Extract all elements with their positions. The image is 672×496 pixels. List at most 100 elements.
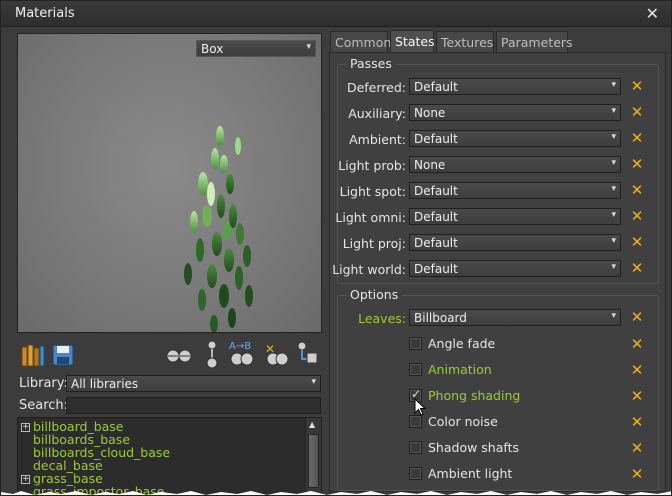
pass-value: Default [414,184,458,198]
option-ambient-light: Ambient light ✕ [338,463,658,485]
left-pane: Box ▾ A→B ✕ Library: All libraries ▾ Sea… [9,29,327,495]
shadow-shafts-checkbox[interactable] [409,441,422,454]
sphere-hierarchy-icon[interactable] [203,339,221,369]
save-icon[interactable] [51,343,75,367]
chevron-down-icon: ▾ [311,377,316,387]
pass-select[interactable]: None ▾ [409,104,621,121]
pass-row-light-proj: Light proj: Default ▾ ✕ [338,233,658,253]
pass-value: Default [414,236,458,250]
svg-text:A→B: A→B [229,341,251,352]
reset-icon[interactable]: ✕ [629,309,645,325]
window-title: Materials [15,6,75,21]
pass-value: Default [414,132,458,146]
pass-label: Light proj: [342,236,406,251]
mouse-cursor-icon [414,398,427,416]
reset-icon[interactable]: ✕ [629,336,645,352]
tab-parameters[interactable]: Parameters [496,31,573,53]
expand-icon[interactable]: + [21,475,30,484]
leaves-select[interactable]: Billboard ▾ [409,309,621,326]
reset-icon[interactable]: ✕ [629,104,645,120]
reset-icon[interactable]: ✕ [629,208,645,224]
reset-icon[interactable]: ✕ [629,234,645,250]
option-animation: Animation ✕ [338,359,658,381]
pass-select[interactable]: Default ▾ [409,234,621,251]
chevron-down-icon: ▾ [611,106,616,116]
pass-select[interactable]: Default ▾ [409,78,621,95]
pass-select[interactable]: Default ▾ [409,182,621,199]
pass-value: None [414,158,446,172]
color-noise-checkbox[interactable] [409,415,422,428]
title-bar[interactable]: Materials ✕ [1,1,671,27]
pass-select[interactable]: None ▾ [409,156,621,173]
pass-row-light-world: Light world: Default ▾ ✕ [332,259,658,279]
pass-value: Default [414,210,458,224]
angle-fade-checkbox[interactable] [409,337,422,350]
pass-select[interactable]: Default ▾ [409,208,621,225]
mesh-select[interactable]: Box ▾ [196,40,316,57]
chevron-down-icon: ▾ [611,80,616,90]
chevron-down-icon: ▾ [306,42,311,52]
animation-checkbox[interactable] [409,363,422,376]
list-scrollbar[interactable]: ▲ [305,418,321,495]
option-color-noise: Color noise ✕ [338,411,658,433]
plant-preview-image [184,126,253,332]
pass-row-light-omni: Light omni: Default ▾ ✕ [335,207,658,227]
scroll-thumb[interactable] [308,434,319,488]
reset-icon[interactable]: ✕ [629,156,645,172]
leaves-row: Leaves: Billboard ▾ ✕ [338,308,658,328]
tab-states[interactable]: States [390,30,435,53]
reset-icon[interactable]: ✕ [629,414,645,430]
pass-label: Deferred: [346,80,406,95]
expand-icon[interactable]: + [21,423,30,432]
pass-select[interactable]: Default ▾ [409,130,621,147]
search-input[interactable] [66,397,321,414]
passes-group: Passes Deferred: Default ▾ ✕ Auxiliary: N… [332,56,659,284]
material-list[interactable]: + billboard_base billboards_base billboa… [17,417,322,495]
passes-title: Passes [346,56,396,71]
option-label: Color noise [428,414,498,429]
leaves-label: Leaves: [358,311,406,326]
delete-spheres-icon[interactable]: ✕ [263,341,291,369]
ambient-light-checkbox[interactable] [409,467,422,480]
pass-row-light-spot: Light spot: Default ▾ ✕ [338,181,658,201]
clone-icon[interactable] [293,339,321,367]
library-select[interactable]: All libraries ▾ [66,375,321,392]
material-preview[interactable]: Box ▾ [17,33,322,333]
reset-icon[interactable]: ✕ [629,466,645,482]
chevron-down-icon: ▾ [611,210,616,220]
option-label: Phong shading [428,388,521,403]
pass-label: Light spot: [339,184,406,199]
options-group: Options Leaves: Billboard ▾ ✕ Angle fade … [337,287,659,491]
options-title: Options [346,287,403,302]
scroll-up-icon[interactable]: ▲ [309,420,315,429]
chevron-down-icon: ▾ [611,184,616,194]
pass-label: Light omni: [335,210,406,225]
reset-icon[interactable]: ✕ [629,362,645,378]
pass-label: Light prob: [338,158,406,173]
pass-row-auxiliary: Auxiliary: None ▾ ✕ [338,103,658,123]
tab-textures[interactable]: Textures [436,31,494,53]
pass-value: Default [414,262,458,276]
pass-label: Ambient: [349,132,406,147]
option-shadow-shafts: Shadow shafts ✕ [338,437,658,459]
library-books-icon[interactable] [19,341,47,369]
pass-select[interactable]: Default ▾ [409,260,621,277]
reset-icon[interactable]: ✕ [629,388,645,404]
reset-icon[interactable]: ✕ [629,182,645,198]
ab-reparent-icon[interactable]: A→B [227,339,255,367]
leaves-value: Billboard [414,311,467,325]
close-icon[interactable]: ✕ [646,4,659,23]
pass-label: Auxiliary: [348,106,406,121]
reset-icon[interactable]: ✕ [629,130,645,146]
search-label: Search: [19,398,69,413]
tab-common[interactable]: Common [330,31,391,53]
option-label: Ambient light [428,466,513,481]
reset-icon[interactable]: ✕ [629,78,645,94]
reset-icon[interactable]: ✕ [629,440,645,456]
reset-icon[interactable]: ✕ [629,260,645,276]
spheres-icon[interactable] [165,347,193,365]
torn-edge [1,491,671,495]
chevron-down-icon: ▾ [611,262,616,272]
svg-text:✕: ✕ [265,342,275,356]
pass-row-deferred: Deferred: Default ▾ ✕ [338,77,658,97]
